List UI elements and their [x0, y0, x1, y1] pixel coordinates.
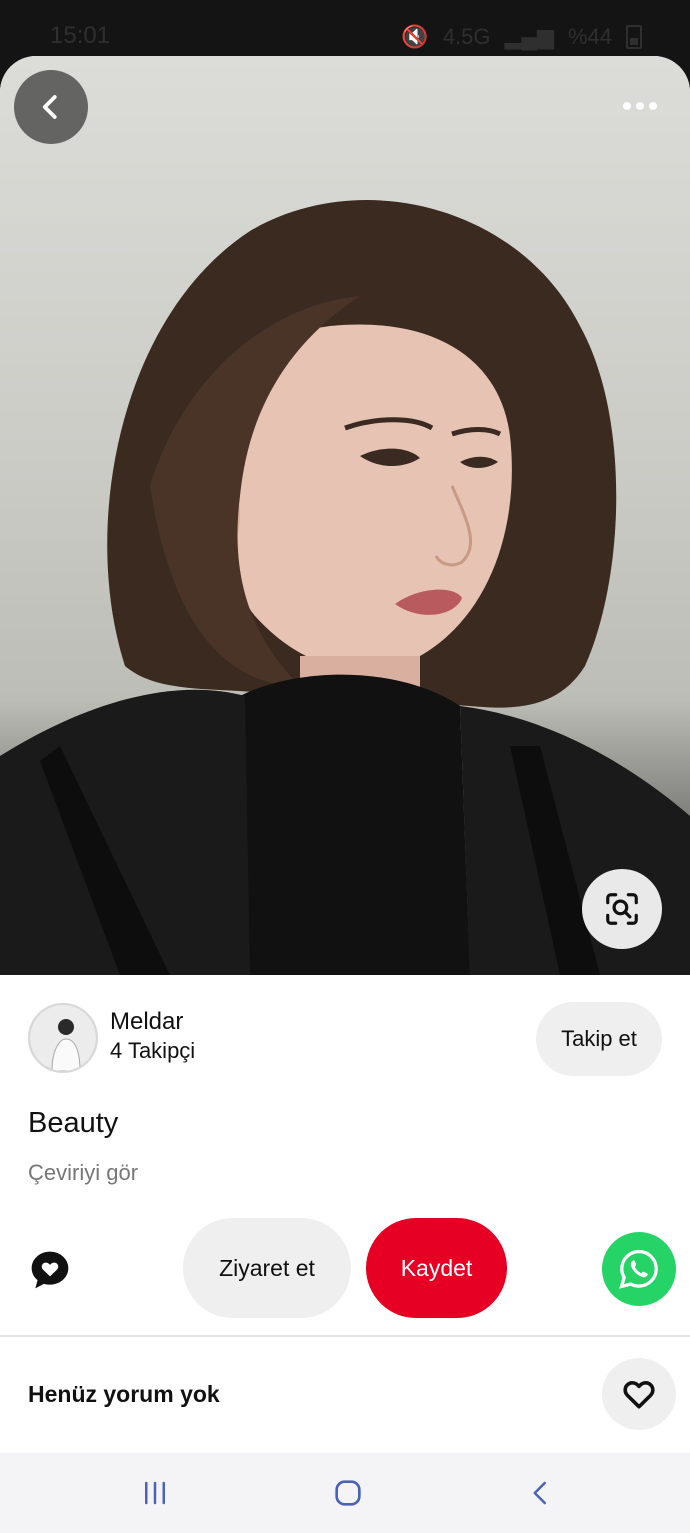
whatsapp-icon [619, 1249, 658, 1289]
save-button[interactable]: Kaydet [366, 1218, 507, 1318]
avatar[interactable] [28, 1003, 98, 1073]
visual-search-button[interactable] [582, 869, 662, 949]
comments-empty-label: Henüz yorum yok [28, 1381, 220, 1407]
status-icons: 🔇 4.5G ▂▄▆ %44 [401, 24, 642, 50]
action-row: Ziyaret et Kaydet [0, 1218, 690, 1318]
more-options-button[interactable] [610, 86, 670, 126]
like-button[interactable] [602, 1358, 676, 1430]
comment-heart-icon [31, 1251, 69, 1289]
pin-title: Beauty [28, 1107, 119, 1139]
status-time: 15:01 [50, 22, 111, 49]
home-icon [335, 1480, 361, 1506]
more-dots-icon [623, 102, 657, 110]
home-button[interactable] [318, 1473, 378, 1513]
back-button[interactable] [14, 70, 88, 144]
pin-image[interactable] [0, 56, 690, 975]
section-divider [0, 1335, 690, 1337]
whatsapp-share-button[interactable] [602, 1232, 676, 1306]
author-row: Meldar 4 Takipçi Takip et [28, 1002, 662, 1076]
battery-icon [626, 25, 642, 49]
recent-apps-button[interactable] [125, 1473, 185, 1513]
system-navigation-bar [0, 1453, 690, 1533]
battery-label: %44 [567, 24, 612, 49]
signal-icon: ▂▄▆ [504, 24, 554, 49]
follow-button[interactable]: Takip et [536, 1002, 662, 1076]
avatar-image [30, 1005, 96, 1071]
heart-outline-icon [623, 1381, 655, 1409]
comment-button[interactable] [28, 1248, 72, 1292]
back-icon [533, 1481, 546, 1505]
author-name[interactable]: Meldar [110, 1008, 183, 1036]
see-translation-link[interactable]: Çeviriyi gör [28, 1160, 138, 1186]
system-back-button[interactable] [511, 1473, 571, 1513]
network-label: 4.5G [442, 24, 491, 49]
visual-search-icon [606, 893, 638, 925]
chevron-left-icon [42, 95, 57, 119]
pin-image-illustration [0, 200, 690, 975]
visit-button[interactable]: Ziyaret et [183, 1218, 351, 1318]
author-followers: 4 Takipçi [110, 1038, 196, 1063]
recent-apps-icon [145, 1481, 165, 1505]
mute-icon: 🔇 [401, 24, 429, 49]
pin-sheet: Meldar 4 Takipçi Takip et Beauty Çeviriy… [0, 56, 690, 1453]
